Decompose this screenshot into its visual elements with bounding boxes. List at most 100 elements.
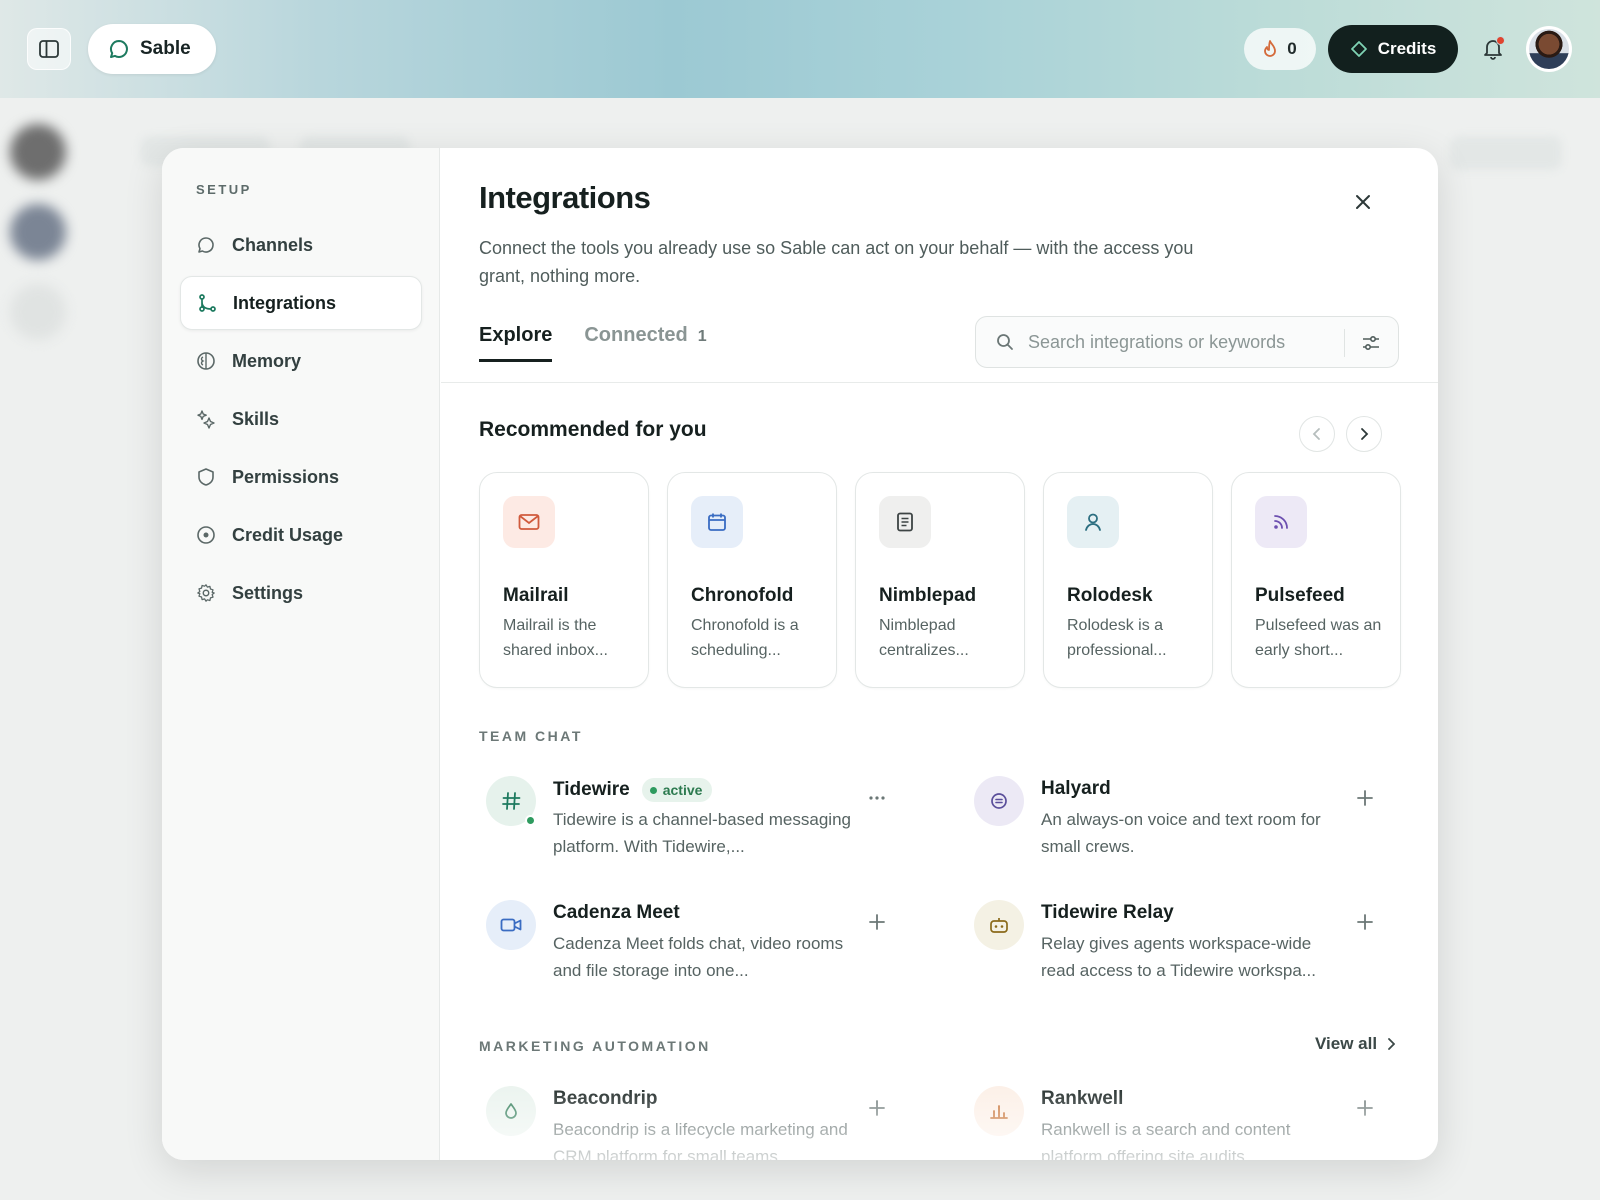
background-blur (10, 204, 66, 260)
integration-name: Rankwell (1041, 1088, 1123, 1110)
integration-description: An always-on voice and text room for sma… (1041, 810, 1321, 856)
view-all-link[interactable]: View all (1315, 1034, 1396, 1054)
add-integration-button[interactable] (865, 1096, 889, 1120)
integration-row-tidewire[interactable]: Tidewire active Tidewire is a channel-ba… (479, 772, 919, 872)
tab-bar: Explore Connected 1 (479, 324, 707, 362)
setup-sidebar: SETUP Channels Integrations Memory Skill… (162, 148, 440, 1160)
search-separator (1344, 329, 1345, 357)
card-name: Rolodesk (1067, 585, 1153, 606)
tidewire-logo (486, 776, 536, 826)
header-divider (441, 382, 1438, 383)
sidebar-item-permissions[interactable]: Permissions (180, 450, 422, 504)
gear-icon (197, 584, 215, 602)
integration-row-rankwell[interactable]: Rankwell Rankwell is a search and conten… (967, 1082, 1407, 1160)
integration-row-cadenza-meet[interactable]: Cadenza Meet Cadenza Meet folds chat, vi… (479, 896, 919, 996)
sidebar-item-memory[interactable]: Memory (180, 334, 422, 388)
integration-row-halyard[interactable]: Halyard An always-on voice and text room… (967, 772, 1407, 872)
integration-card-pulsefeed[interactable]: Pulsefeed Pulsefeed was an early short..… (1231, 472, 1401, 688)
sidebar-item-skills[interactable]: Skills (180, 392, 422, 446)
plus-icon (1357, 914, 1373, 930)
coin-icon (197, 526, 215, 544)
pulsefeed-logo (1255, 496, 1307, 548)
integration-description: Relay gives agents workspace-wide read a… (1041, 934, 1316, 980)
chevron-right-icon (1388, 1038, 1396, 1050)
background-blur (1450, 136, 1562, 170)
background-blur (10, 124, 66, 180)
credits-button[interactable]: Credits (1328, 25, 1458, 73)
sidebar-item-integrations[interactable]: Integrations (180, 276, 422, 330)
feed-icon (1274, 515, 1288, 529)
chat-bubble-icon (198, 237, 214, 253)
streak-counter[interactable]: 0 (1244, 28, 1316, 70)
mailrail-logo (503, 496, 555, 548)
tab-label: Explore (479, 324, 553, 346)
integration-card-chronofold[interactable]: Chronofold Chronofold is a scheduling... (667, 472, 837, 688)
sparkles-icon (197, 410, 215, 429)
add-integration-button[interactable] (1353, 910, 1377, 934)
cadenza-meet-logo (486, 900, 536, 950)
marketing-automation-heading: MARKETING AUTOMATION (479, 1038, 711, 1054)
tidewire-relay-logo (974, 900, 1024, 950)
more-options-button[interactable] (865, 786, 889, 810)
bar-chart-icon (990, 1105, 1008, 1119)
card-description: Mailrail is the shared inbox... (503, 617, 608, 659)
carousel-prev-button[interactable] (1299, 416, 1335, 452)
tab-explore[interactable]: Explore (479, 324, 553, 362)
sidebar-item-label: Settings (232, 582, 304, 603)
brand-button[interactable]: Sable (88, 24, 216, 74)
notification-dot (1496, 36, 1505, 45)
sidebar-item-settings[interactable]: Settings (180, 566, 422, 620)
integration-name: Cadenza Meet (553, 902, 680, 924)
sidebar-item-label: Memory (232, 350, 302, 371)
integration-row-tidewire-relay[interactable]: Tidewire Relay Relay gives agents worksp… (967, 896, 1407, 996)
top-bar: Sable 0 Credits (0, 0, 1600, 98)
plus-icon (1357, 790, 1373, 806)
branch-icon (199, 294, 216, 312)
tab-connected[interactable]: Connected 1 (584, 324, 706, 362)
notifications-button[interactable] (1478, 34, 1508, 64)
brand-name: Sable (140, 38, 191, 59)
sidebar-item-channels[interactable]: Channels (180, 218, 422, 272)
carousel-next-button[interactable] (1346, 416, 1382, 452)
plus-icon (1357, 1100, 1373, 1116)
card-name: Chronofold (691, 585, 794, 606)
add-integration-button[interactable] (865, 910, 889, 934)
halyard-logo (974, 776, 1024, 826)
search-box (975, 316, 1399, 368)
ellipsis-icon (869, 796, 885, 800)
team-chat-heading: TEAM CHAT (479, 728, 583, 744)
brain-icon (197, 352, 215, 370)
integration-name: Beacondrip (553, 1088, 658, 1110)
search-input[interactable] (1028, 331, 1328, 353)
add-integration-button[interactable] (1353, 1096, 1377, 1120)
integration-name-text: Tidewire Relay (1041, 902, 1174, 923)
sidebar-item-credit-usage[interactable]: Credit Usage (180, 508, 422, 562)
integration-description: Tidewire is a channel-based messaging pl… (553, 810, 851, 856)
mail-icon (518, 514, 540, 530)
close-button[interactable] (1349, 188, 1377, 216)
integration-card-nimblepad[interactable]: Nimblepad Nimblepad centralizes... (855, 472, 1025, 688)
integrations-main: Integrations Connect the tools you alrea… (441, 148, 1438, 1160)
tab-label: Connected (584, 324, 688, 346)
person-icon (1085, 513, 1101, 531)
card-description: Nimblepad centralizes... (879, 617, 969, 659)
integrations-modal: SETUP Channels Integrations Memory Skill… (162, 148, 1438, 1160)
add-integration-button[interactable] (1353, 786, 1377, 810)
integration-description: Beacondrip is a lifecycle marketing and … (553, 1120, 848, 1160)
shield-icon (198, 468, 214, 486)
integration-row-beacondrip[interactable]: Beacondrip Beacondrip is a lifecycle mar… (479, 1082, 919, 1160)
filter-button[interactable] (1360, 332, 1382, 354)
rolodesk-logo (1067, 496, 1119, 548)
sidebar-item-label: Permissions (232, 466, 340, 487)
integration-name: Halyard (1041, 778, 1111, 800)
sidebar-toggle-button[interactable] (27, 28, 71, 70)
user-avatar[interactable] (1526, 26, 1572, 72)
integration-card-mailrail[interactable]: Mailrail Mailrail is the shared inbox... (479, 472, 649, 688)
integration-description: Cadenza Meet folds chat, video rooms and… (553, 934, 844, 980)
integration-card-rolodesk[interactable]: Rolodesk Rolodesk is a professional... (1043, 472, 1213, 688)
integration-description: Rankwell is a search and content platfor… (1041, 1120, 1291, 1160)
close-icon (1356, 195, 1370, 209)
plus-icon (869, 1100, 885, 1116)
drop-icon (505, 1103, 517, 1119)
sidebar-nav: Channels Integrations Memory Skills Perm… (180, 218, 422, 624)
